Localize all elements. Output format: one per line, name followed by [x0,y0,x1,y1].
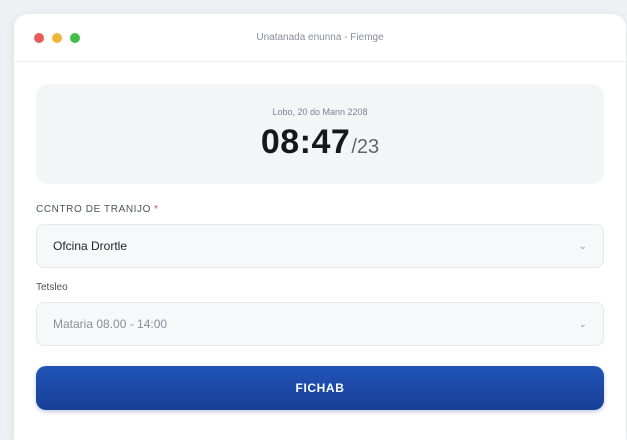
shift-label: Tetsleo [36,282,68,293]
clock-hours-minutes: 08:47 [260,122,351,161]
required-marker: * [154,204,159,215]
work-center-select[interactable]: Ofcina Drortle ⌄ [36,224,604,268]
chevron-down-icon: ⌄ [578,318,587,330]
clock-in-button[interactable]: FICHAB [36,366,604,410]
window-title: Unatanada enunna - Fiemge [256,32,384,43]
clock-date: Lobo, 20 do Mann 2208 [272,106,368,117]
shift-value: Mataria 08.00 - 14:00 [53,317,168,331]
clock-time: 08:47 /23 [261,123,379,162]
title-bar: Unatanada enunna - Fiemge [14,14,626,62]
work-center-label: CCNTRO DE TRANIJO * [36,204,604,215]
app-window: Unatanada enunna - Fiemge Lobo, 20 do Ma… [14,14,626,440]
clock-seconds: /23 [351,135,380,158]
chevron-down-icon: ⌄ [578,240,587,252]
shift-select[interactable]: Mataria 08.00 - 14:00 ⌄ [36,302,604,346]
clock-card: Lobo, 20 do Mann 2208 08:47 /23 [36,84,604,184]
main-content: Lobo, 20 do Mann 2208 08:47 /23 CCNTRO D… [14,62,626,410]
work-center-value: Ofcina Drortle [53,239,128,253]
work-center-label-text: CCNTRO DE TRANIJO [36,204,152,215]
